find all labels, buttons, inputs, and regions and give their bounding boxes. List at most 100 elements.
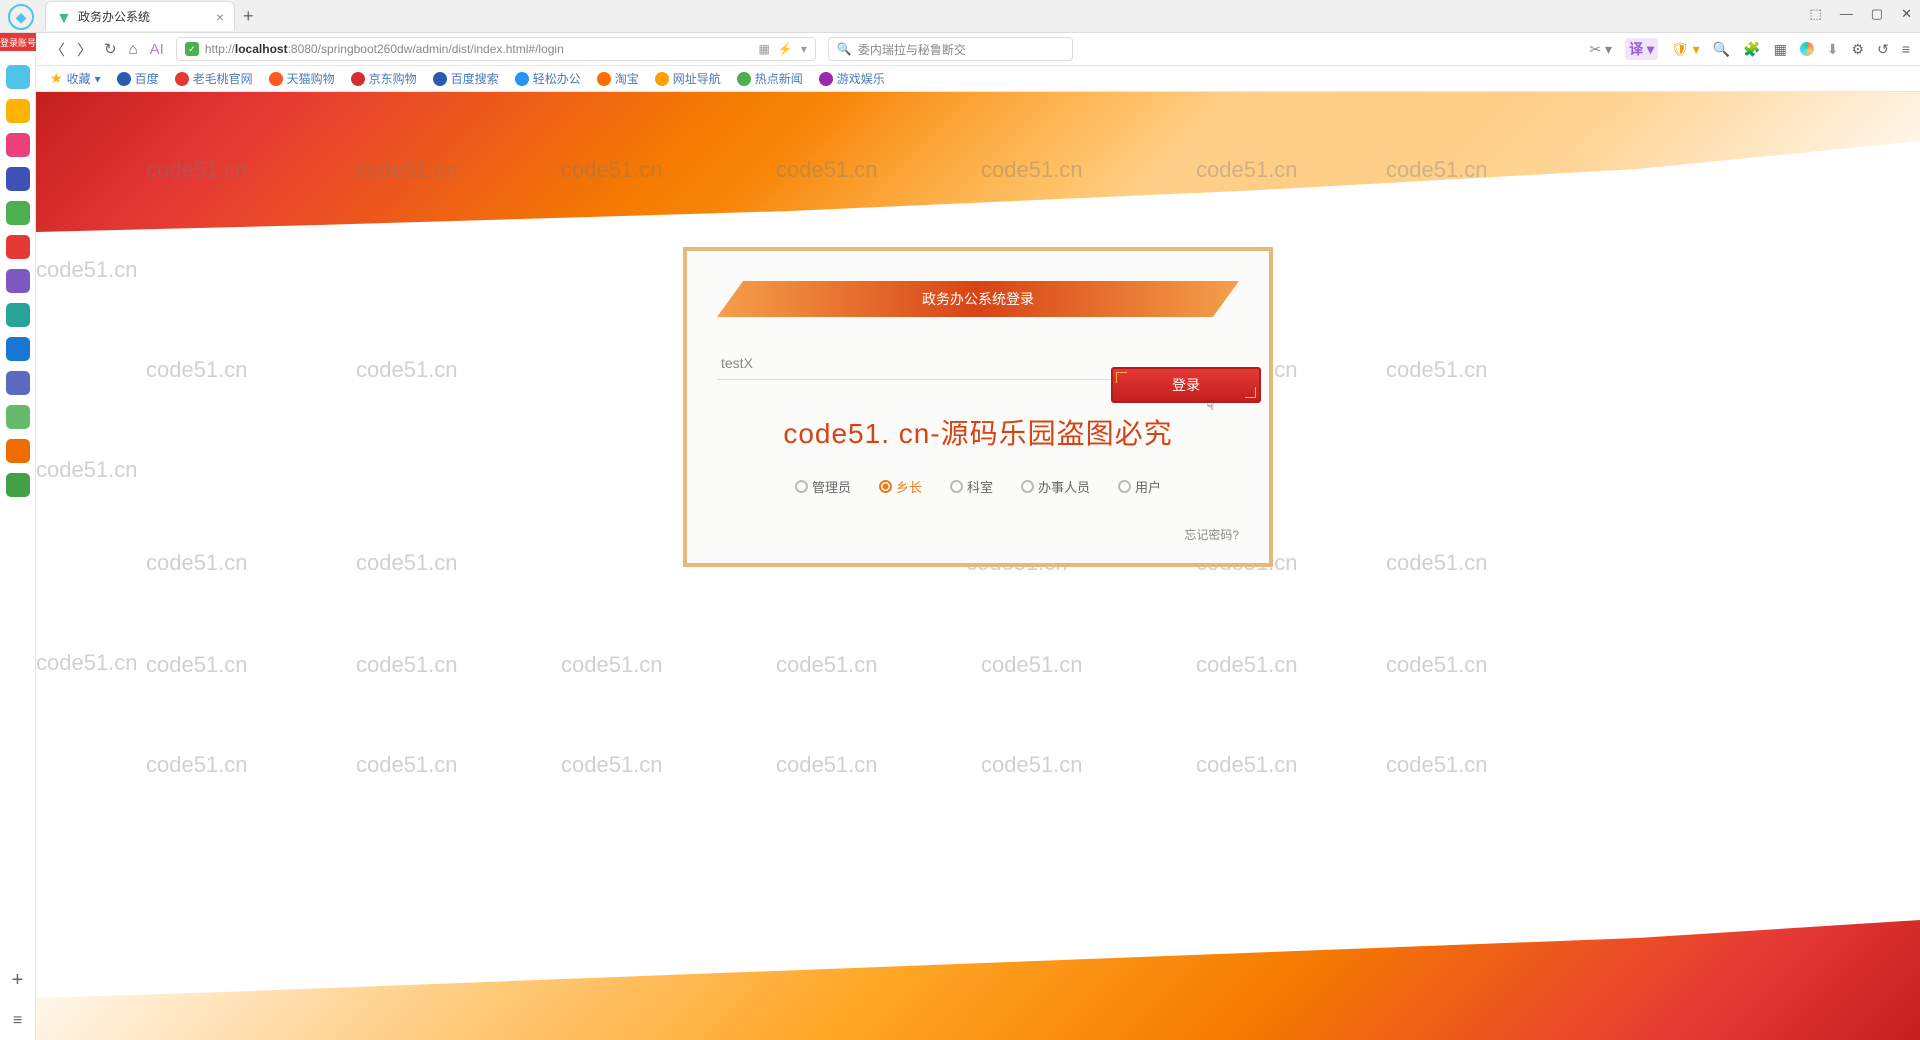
side-app-icon[interactable] bbox=[6, 133, 30, 157]
toolbar-icons: ✂ ▾ 译 ▾ 🛡 ▾ 🔍 🧩 ▦ ⬇ ⚙ ↺ ≡ bbox=[1589, 38, 1910, 60]
browser-chrome: ◆ ▼ 政务办公系统 × + ⬚ — ▢ ✕ 〈 〉 ↻ ⌂ AI ✓ http… bbox=[0, 0, 1920, 92]
bookmark-item[interactable]: 百度搜索 bbox=[433, 70, 499, 87]
bookmark-item[interactable]: 热点新闻 bbox=[737, 70, 803, 87]
close-window-button[interactable]: ✕ bbox=[1901, 6, 1912, 22]
cursor-icon: ☟ bbox=[1206, 397, 1215, 414]
address-bar[interactable]: ✓ http://localhost:8080/springboot260dw/… bbox=[176, 37, 816, 61]
bookmark-item[interactable]: 游戏娱乐 bbox=[819, 70, 885, 87]
search-icon: 🔍 bbox=[837, 42, 852, 56]
pip-button[interactable]: ⬚ bbox=[1810, 6, 1822, 22]
rainbow-icon[interactable] bbox=[1800, 42, 1814, 56]
favicon-icon bbox=[819, 72, 833, 86]
search-input[interactable]: 🔍 委内瑞拉与秘鲁断交 bbox=[828, 37, 1073, 61]
favicon-icon bbox=[117, 72, 131, 86]
bookmark-item[interactable]: 轻松办公 bbox=[515, 70, 581, 87]
favicon-icon bbox=[175, 72, 189, 86]
scissors-icon[interactable]: ✂ ▾ bbox=[1589, 41, 1612, 58]
radio-icon bbox=[1118, 480, 1131, 493]
watermark-text: code51.cn bbox=[1196, 752, 1298, 778]
side-app-icon[interactable] bbox=[6, 473, 30, 497]
home-button[interactable]: ⌂ bbox=[129, 41, 138, 58]
new-tab-button[interactable]: + bbox=[243, 6, 254, 27]
star-icon: ★ bbox=[50, 70, 63, 87]
window-controls: ⬚ — ▢ ✕ bbox=[1810, 6, 1913, 22]
favicon-icon bbox=[655, 72, 669, 86]
restore-icon[interactable]: ↺ bbox=[1877, 41, 1889, 58]
forward-button[interactable]: 〉 bbox=[77, 39, 92, 60]
settings-icon[interactable]: ⚙ bbox=[1852, 41, 1865, 58]
ai-icon[interactable]: AI bbox=[150, 41, 164, 58]
side-app-icon[interactable] bbox=[6, 405, 30, 429]
browser-tab[interactable]: ▼ 政务办公系统 × bbox=[45, 1, 235, 31]
watermark-text: code51.cn bbox=[1386, 652, 1488, 678]
translate-icon[interactable]: 译 ▾ bbox=[1625, 38, 1658, 60]
bookmark-item[interactable]: 淘宝 bbox=[597, 70, 639, 87]
login-badge[interactable]: 登录账号 bbox=[0, 33, 36, 51]
bookmark-item[interactable]: 百度 bbox=[117, 70, 159, 87]
zoom-icon[interactable]: 🔍 bbox=[1713, 41, 1730, 58]
favicon-icon bbox=[269, 72, 283, 86]
extensions-icon[interactable]: 🧩 bbox=[1743, 41, 1760, 58]
apps-icon[interactable]: ▦ bbox=[1774, 41, 1787, 58]
copyright-notice: code51. cn-源码乐园盗图必究 bbox=[717, 412, 1239, 452]
role-radio-mayor[interactable]: 乡长 bbox=[879, 477, 922, 496]
radio-icon bbox=[1021, 480, 1034, 493]
watermark-text: code51.cn bbox=[36, 257, 138, 283]
back-button[interactable]: 〈 bbox=[50, 39, 65, 60]
watermark-text: code51.cn bbox=[36, 457, 138, 483]
security-icon[interactable]: 🛡 ▾ bbox=[1671, 41, 1700, 58]
menu-icon[interactable]: ≡ bbox=[1902, 41, 1910, 57]
radio-icon bbox=[879, 480, 892, 493]
tab-bar: ▼ 政务办公系统 × + bbox=[0, 0, 1920, 33]
watermark-text: code51.cn bbox=[1196, 652, 1298, 678]
side-app-icon[interactable] bbox=[6, 65, 30, 89]
watermark-text: code51.cn bbox=[561, 652, 663, 678]
favicon-icon bbox=[433, 72, 447, 86]
maximize-button[interactable]: ▢ bbox=[1871, 6, 1883, 22]
side-app-icon[interactable] bbox=[6, 167, 30, 191]
browser-logo-icon: ◆ bbox=[8, 4, 34, 30]
page-content: code51.cn code51.cn code51.cn code51.cn code… bbox=[36, 92, 1920, 1040]
side-app-icon[interactable] bbox=[6, 371, 30, 395]
watermark-text: code51.cn bbox=[356, 752, 458, 778]
role-radio-admin[interactable]: 管理员 bbox=[795, 477, 851, 496]
radio-icon bbox=[950, 480, 963, 493]
side-app-icon[interactable] bbox=[6, 269, 30, 293]
left-sidebar: + ≡ bbox=[0, 33, 36, 1040]
add-button[interactable]: + bbox=[12, 969, 24, 992]
bookmark-item[interactable]: 网址导航 bbox=[655, 70, 721, 87]
url-text: http://localhost:8080/springboot260dw/ad… bbox=[205, 42, 564, 56]
role-radio-group: 管理员 乡长 科室 办事人员 用户 bbox=[717, 477, 1239, 496]
list-icon[interactable]: ≡ bbox=[13, 1012, 22, 1030]
reload-button[interactable]: ↻ bbox=[104, 40, 117, 58]
bookmark-item[interactable]: 老毛桃官网 bbox=[175, 70, 253, 87]
vue-icon: ▼ bbox=[56, 10, 70, 24]
favicon-icon bbox=[737, 72, 751, 86]
side-app-icon[interactable] bbox=[6, 235, 30, 259]
watermark-text: code51.cn bbox=[146, 357, 248, 383]
flash-icon[interactable]: ⚡ bbox=[778, 42, 793, 56]
watermark-text: code51.cn bbox=[1386, 752, 1488, 778]
side-app-icon[interactable] bbox=[6, 337, 30, 361]
watermark-text: code51.cn bbox=[776, 752, 878, 778]
side-app-icon[interactable] bbox=[6, 439, 30, 463]
qr-icon[interactable]: ▦ bbox=[759, 42, 770, 56]
dropdown-icon[interactable]: ▾ bbox=[801, 42, 807, 56]
role-radio-user[interactable]: 用户 bbox=[1118, 477, 1161, 496]
login-button[interactable]: 登录 bbox=[1111, 367, 1261, 403]
bookmark-bar: ★收藏 ▾ 百度 老毛桃官网 天猫购物 京东购物 百度搜索 轻松办公 淘宝 网址… bbox=[0, 66, 1920, 92]
side-app-icon[interactable] bbox=[6, 99, 30, 123]
bookmark-item[interactable]: 京东购物 bbox=[351, 70, 417, 87]
side-app-icon[interactable] bbox=[6, 201, 30, 225]
forgot-password-link[interactable]: 忘记密码? bbox=[717, 526, 1239, 543]
close-icon[interactable]: × bbox=[216, 9, 224, 25]
download-icon[interactable]: ⬇ bbox=[1827, 41, 1839, 58]
side-app-icon[interactable] bbox=[6, 303, 30, 327]
bookmark-item[interactable]: 天猫购物 bbox=[269, 70, 335, 87]
favorites-button[interactable]: ★收藏 ▾ bbox=[50, 70, 101, 87]
role-radio-department[interactable]: 科室 bbox=[950, 477, 993, 496]
watermark-text: code51.cn bbox=[356, 550, 458, 576]
shield-icon: ✓ bbox=[185, 42, 199, 56]
role-radio-staff[interactable]: 办事人员 bbox=[1021, 477, 1090, 496]
minimize-button[interactable]: — bbox=[1840, 6, 1853, 22]
